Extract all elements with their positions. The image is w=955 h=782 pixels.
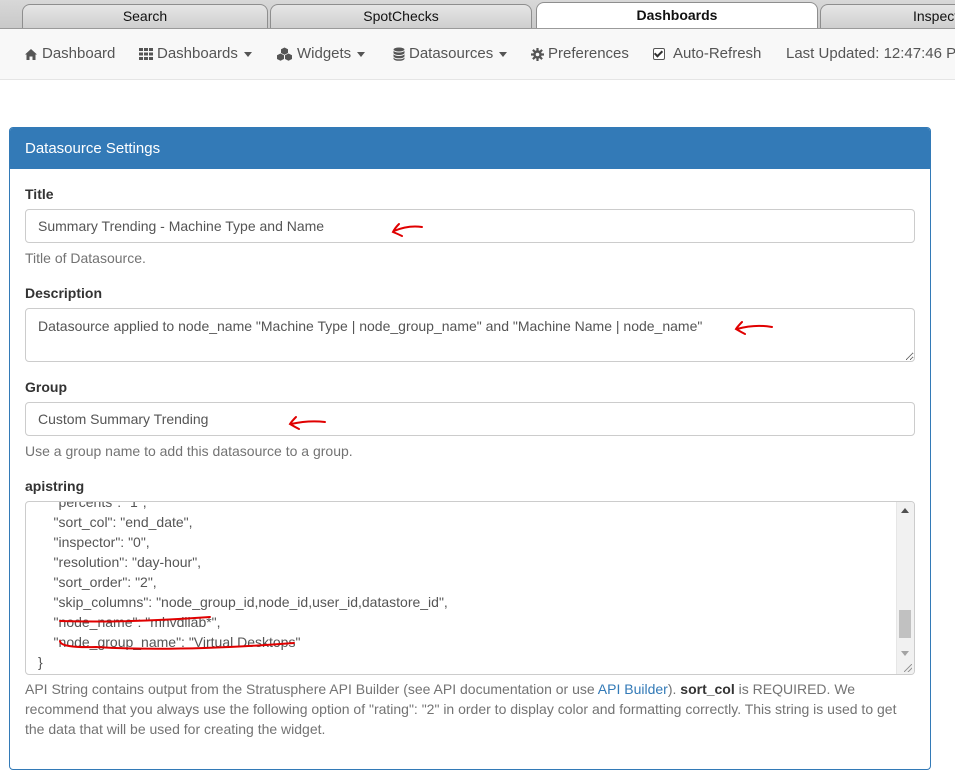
nav-dashboard[interactable]: Dashboard (24, 29, 115, 79)
sort-col-keyword: sort_col (680, 681, 735, 697)
group-help: Use a group name to add this datasource … (25, 443, 353, 459)
last-updated-text: Last Updated: 12:47:46 PM (786, 45, 955, 62)
browser-tab-strip: Search SpotChecks Dashboards Inspect (0, 0, 955, 29)
apistring-textarea[interactable]: "percents": "1", "sort_col": "end_date",… (25, 501, 915, 675)
annotation-arrow-icon (391, 223, 423, 237)
caret-down-icon (243, 51, 252, 57)
main-navbar: Dashboard Dashboards Widgets Datasources (0, 29, 955, 80)
tab-inspect[interactable]: Inspect (820, 4, 955, 28)
title-input[interactable] (25, 209, 915, 243)
apistring-help-prefix: API String contains output from the Stra… (25, 681, 598, 697)
tab-spotchecks[interactable]: SpotChecks (270, 4, 532, 28)
nav-preferences[interactable]: Preferences (531, 29, 629, 79)
vertical-scrollbar[interactable] (896, 502, 914, 674)
nav-widgets-label: Widgets (297, 45, 352, 62)
scroll-up-icon[interactable] (901, 508, 909, 513)
home-icon (25, 48, 37, 60)
apistring-label: apistring (25, 478, 85, 494)
caret-down-icon (357, 51, 366, 57)
cubes-icon (277, 47, 292, 61)
nav-dashboards-dropdown[interactable]: Dashboards (139, 29, 252, 79)
annotation-underline (59, 616, 295, 650)
api-builder-link[interactable]: API Builder (598, 681, 668, 697)
apistring-help: API String contains output from the Stra… (25, 679, 905, 739)
datasource-settings-panel: Datasource Settings Title Title of Datas… (9, 127, 931, 770)
nav-widgets-dropdown[interactable]: Widgets (276, 29, 366, 79)
nav-dashboard-label: Dashboard (42, 45, 116, 62)
auto-refresh-toggle[interactable]: Auto-Refresh (653, 29, 761, 79)
auto-refresh-label: Auto-Refresh (673, 45, 762, 62)
grid-icon (139, 48, 153, 61)
scroll-down-icon[interactable] (901, 651, 909, 656)
nav-dashboards-label: Dashboards (157, 45, 238, 62)
title-help: Title of Datasource. (25, 250, 146, 266)
database-icon (393, 47, 405, 61)
group-input[interactable] (25, 402, 915, 436)
nav-preferences-label: Preferences (548, 45, 629, 62)
tab-dashboards[interactable]: Dashboards (536, 2, 818, 28)
scrollbar-thumb[interactable] (899, 609, 911, 638)
nav-datasources-label: Datasources (409, 45, 494, 62)
resize-grip-icon[interactable] (904, 664, 912, 672)
apistring-help-mid: ). (667, 681, 681, 697)
title-label: Title (25, 186, 54, 202)
annotation-arrow-icon (288, 416, 326, 430)
annotation-arrow-icon (734, 321, 773, 335)
panel-heading: Datasource Settings (10, 128, 930, 169)
tab-search[interactable]: Search (22, 4, 268, 28)
description-textarea[interactable]: Datasource applied to node_name "Machine… (25, 308, 915, 362)
nav-datasources-dropdown[interactable]: Datasources (393, 29, 508, 79)
caret-down-icon (499, 51, 508, 57)
group-label: Group (25, 379, 67, 395)
checkbox-icon[interactable] (653, 48, 665, 61)
description-label: Description (25, 285, 103, 301)
gear-icon (531, 47, 544, 61)
